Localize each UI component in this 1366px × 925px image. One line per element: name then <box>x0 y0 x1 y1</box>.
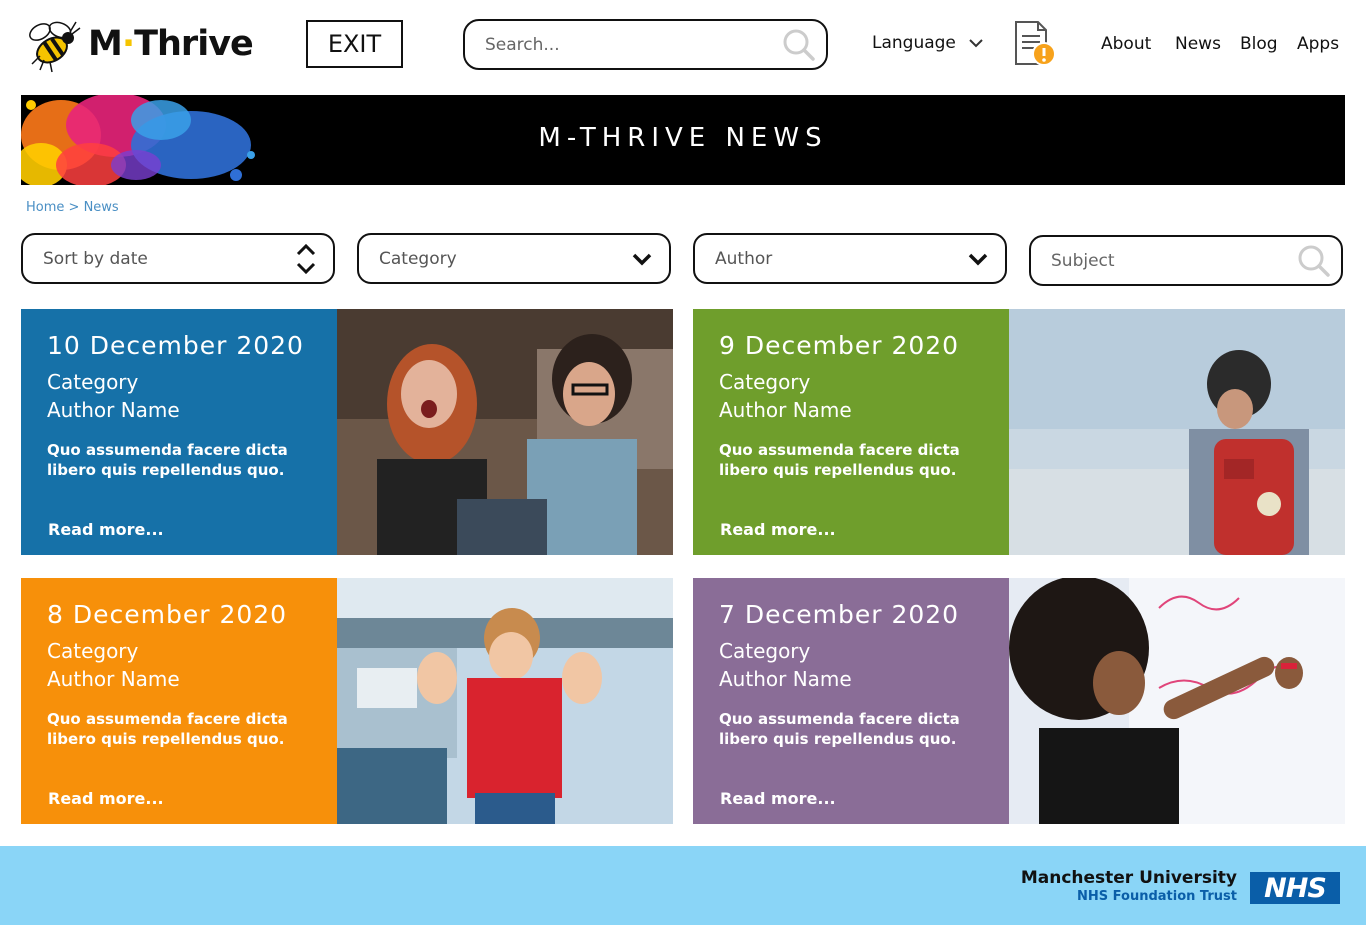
news-card-excerpt: Quo assumenda facere dicta libero quis r… <box>47 441 288 479</box>
news-card-category: Category <box>719 639 811 663</box>
logo-wordmark: M·Thrive <box>88 24 254 64</box>
author-label: Author <box>715 248 773 269</box>
woman-writing-on-whiteboard-image <box>1009 578 1345 824</box>
sort-select[interactable]: Sort by date <box>21 233 335 284</box>
trust-name-line1: Manchester University <box>1020 868 1237 888</box>
mthrive-logo[interactable]: M·Thrive <box>22 14 254 74</box>
nav-about[interactable]: About <box>1101 34 1151 54</box>
news-card[interactable]: 8 December 2020 Category Author Name Quo… <box>21 578 673 824</box>
two-friends-laughing-image <box>337 309 673 555</box>
news-card-image[interactable] <box>337 578 673 824</box>
subject-input[interactable] <box>1051 250 1297 271</box>
news-card-image[interactable] <box>1009 578 1345 824</box>
news-card-date: 7 December 2020 <box>719 600 960 629</box>
nav-news[interactable]: News <box>1175 34 1221 54</box>
trust-name-line2: NHS Foundation Trust <box>1077 889 1237 904</box>
language-label: Language <box>872 33 956 53</box>
page-banner: M-THRIVE NEWS <box>21 95 1345 185</box>
read-more-link[interactable]: Read more... <box>720 789 836 808</box>
news-card-excerpt: Quo assumenda facere dicta libero quis r… <box>47 710 288 748</box>
news-card-text: 9 December 2020 Category Author Name Quo… <box>693 309 1009 555</box>
chevron-down-icon <box>968 253 988 265</box>
news-card[interactable]: 9 December 2020 Category Author Name Quo… <box>693 309 1345 555</box>
search-input[interactable] <box>485 34 782 55</box>
category-select[interactable]: Category <box>357 233 671 284</box>
news-card[interactable]: 10 December 2020 Category Author Name Qu… <box>21 309 673 555</box>
read-more-link[interactable]: Read more... <box>720 520 836 539</box>
child-flexing-muscles-image <box>337 578 673 824</box>
news-card-date: 9 December 2020 <box>719 331 960 360</box>
news-card-date: 8 December 2020 <box>47 600 288 629</box>
news-card-image[interactable] <box>337 309 673 555</box>
site-header: M·Thrive EXIT Language About News Blog A… <box>0 0 1366 92</box>
news-card-text: 10 December 2020 Category Author Name Qu… <box>21 309 337 555</box>
news-card-author: Author Name <box>47 667 180 691</box>
boy-with-red-backpack-image <box>1009 309 1345 555</box>
news-card-category: Category <box>47 639 139 663</box>
news-card-date: 10 December 2020 <box>47 331 304 360</box>
author-select[interactable]: Author <box>693 233 1007 284</box>
read-more-link[interactable]: Read more... <box>48 520 164 539</box>
news-card[interactable]: 7 December 2020 Category Author Name Quo… <box>693 578 1345 824</box>
document-alert-icon[interactable] <box>1012 20 1058 68</box>
search-icon[interactable] <box>1297 244 1331 278</box>
language-dropdown[interactable]: Language <box>872 33 984 53</box>
nav-blog[interactable]: Blog <box>1240 34 1278 54</box>
news-card-text: 8 December 2020 Category Author Name Quo… <box>21 578 337 824</box>
breadcrumb-home[interactable]: Home <box>26 200 64 215</box>
search-icon[interactable] <box>782 28 816 62</box>
sort-arrows-icon <box>296 243 316 274</box>
category-label: Category <box>379 248 457 269</box>
nhs-logo[interactable]: NHS <box>1250 872 1340 904</box>
site-search[interactable] <box>463 19 828 70</box>
news-card-excerpt: Quo assumenda facere dicta libero quis r… <box>719 441 960 479</box>
news-card-image[interactable] <box>1009 309 1345 555</box>
news-card-category: Category <box>719 370 811 394</box>
news-card-category: Category <box>47 370 139 394</box>
read-more-link[interactable]: Read more... <box>48 789 164 808</box>
breadcrumb-current[interactable]: News <box>84 200 119 215</box>
news-card-text: 7 December 2020 Category Author Name Quo… <box>693 578 1009 824</box>
news-card-author: Author Name <box>719 398 852 422</box>
news-card-author: Author Name <box>47 398 180 422</box>
trust-name: Manchester University NHS Foundation Tru… <box>1021 868 1237 904</box>
breadcrumb-separator: > <box>64 200 84 215</box>
site-footer: Manchester University NHS Foundation Tru… <box>0 846 1366 925</box>
sort-label: Sort by date <box>43 248 148 269</box>
chevron-down-icon <box>969 39 983 48</box>
news-card-excerpt: Quo assumenda facere dicta libero quis r… <box>719 710 960 748</box>
nav-apps[interactable]: Apps <box>1297 34 1339 54</box>
news-card-author: Author Name <box>719 667 852 691</box>
subject-search[interactable] <box>1029 235 1343 286</box>
breadcrumb: Home > News <box>26 200 119 215</box>
banner-title: M-THRIVE NEWS <box>538 123 828 153</box>
bee-icon <box>29 21 81 73</box>
exit-button[interactable]: EXIT <box>306 20 403 68</box>
chevron-down-icon <box>632 253 652 265</box>
